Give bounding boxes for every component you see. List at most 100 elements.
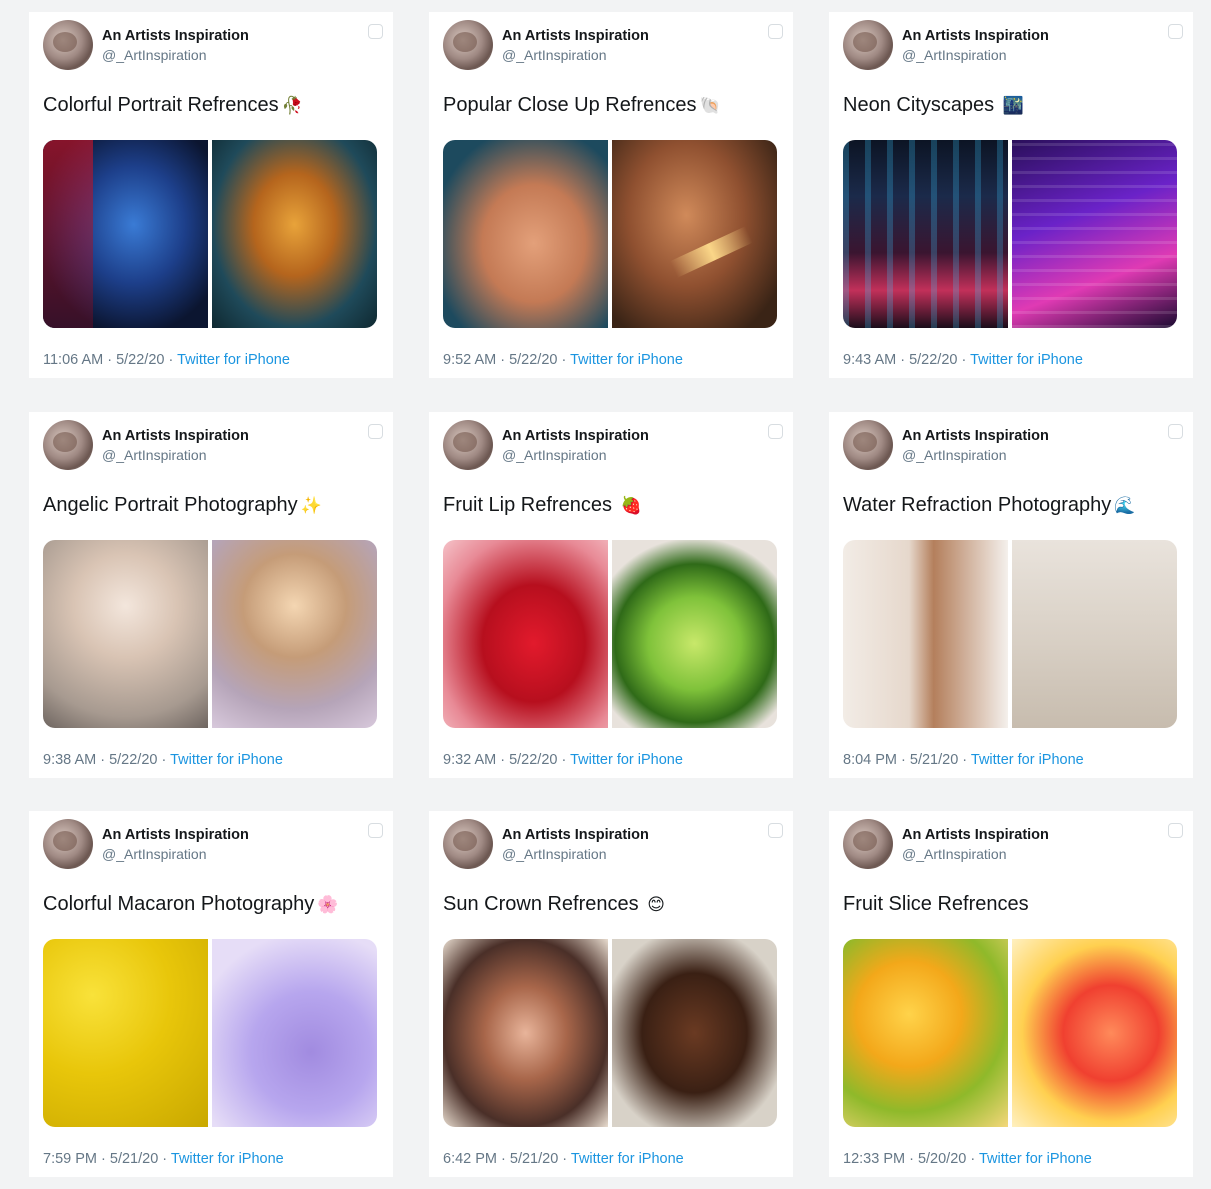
photo-left[interactable]	[443, 140, 608, 328]
tweet-card[interactable]: An Artists Inspiration @_ArtInspiration …	[29, 412, 393, 778]
author-name[interactable]: An Artists Inspiration	[102, 428, 249, 444]
author-handle[interactable]: @_ArtInspiration	[502, 846, 606, 862]
media-grid[interactable]	[443, 540, 777, 728]
tweet-text-body: Water Refraction Photography	[843, 494, 1112, 516]
avatar[interactable]	[843, 819, 893, 869]
tweet-text: Colorful Macaron Photography 🌸	[43, 893, 338, 916]
tweet-card[interactable]: An Artists Inspiration @_ArtInspiration …	[429, 412, 793, 778]
photo-right[interactable]	[212, 540, 377, 728]
photo-right[interactable]	[212, 939, 377, 1127]
tweet-card[interactable]: An Artists Inspiration @_ArtInspiration …	[829, 811, 1193, 1177]
tweet-card[interactable]: An Artists Inspiration @_ArtInspiration …	[29, 811, 393, 1177]
tweet-card[interactable]: An Artists Inspiration @_ArtInspiration …	[429, 12, 793, 378]
author-name[interactable]: An Artists Inspiration	[502, 827, 649, 843]
author-handle[interactable]: @_ArtInspiration	[902, 447, 1006, 463]
timestamp: 12:33 PM · 5/20/20 ·	[843, 1151, 979, 1167]
bookmark-corner-icon	[368, 823, 383, 838]
photo-right[interactable]	[1012, 540, 1177, 728]
tweet-meta: 9:32 AM · 5/22/20 · Twitter for iPhone	[443, 752, 683, 768]
emoji-icon: 🌃	[1002, 96, 1024, 115]
bookmark-corner-icon	[768, 823, 783, 838]
source-link[interactable]: Twitter for iPhone	[570, 752, 683, 768]
tweet-text-body: Fruit Lip Refrences	[443, 494, 618, 516]
bookmark-corner-icon	[1168, 823, 1183, 838]
tweet-text-body: Neon Cityscapes	[843, 94, 1000, 116]
media-grid[interactable]	[43, 140, 377, 328]
timestamp: 9:32 AM · 5/22/20 ·	[443, 752, 571, 768]
author-handle[interactable]: @_ArtInspiration	[102, 47, 206, 63]
tweet-text: Colorful Portrait Refrences 🥀	[43, 94, 303, 117]
author-name[interactable]: An Artists Inspiration	[102, 28, 249, 44]
photo-left[interactable]	[43, 540, 208, 728]
timestamp: 6:42 PM · 5/21/20 ·	[443, 1151, 571, 1167]
photo-left[interactable]	[43, 939, 208, 1127]
source-link[interactable]: Twitter for iPhone	[979, 1151, 1092, 1167]
avatar[interactable]	[443, 20, 493, 70]
media-grid[interactable]	[43, 540, 377, 728]
media-grid[interactable]	[43, 939, 377, 1127]
photo-left[interactable]	[443, 540, 608, 728]
photo-right[interactable]	[1012, 939, 1177, 1127]
photo-left[interactable]	[43, 140, 208, 328]
author-handle[interactable]: @_ArtInspiration	[902, 47, 1006, 63]
source-link[interactable]: Twitter for iPhone	[570, 352, 683, 368]
tweet-text-body: Fruit Slice Refrences	[843, 893, 1029, 915]
source-link[interactable]: Twitter for iPhone	[571, 1151, 684, 1167]
photo-right[interactable]	[1012, 140, 1177, 328]
source-link[interactable]: Twitter for iPhone	[971, 752, 1084, 768]
avatar[interactable]	[443, 420, 493, 470]
photo-left[interactable]	[843, 140, 1008, 328]
media-grid[interactable]	[843, 140, 1177, 328]
avatar[interactable]	[443, 819, 493, 869]
author-name[interactable]: An Artists Inspiration	[902, 428, 1049, 444]
tweet-text: Popular Close Up Refrences 🐚	[443, 94, 721, 117]
author-handle[interactable]: @_ArtInspiration	[502, 47, 606, 63]
author-handle[interactable]: @_ArtInspiration	[902, 846, 1006, 862]
tweet-text: Fruit Lip Refrences 🍓	[443, 494, 642, 517]
timestamp: 8:04 PM · 5/21/20 ·	[843, 752, 971, 768]
author-name[interactable]: An Artists Inspiration	[502, 28, 649, 44]
tweet-card[interactable]: An Artists Inspiration @_ArtInspiration …	[829, 412, 1193, 778]
source-link[interactable]: Twitter for iPhone	[970, 352, 1083, 368]
avatar[interactable]	[43, 20, 93, 70]
photo-left[interactable]	[843, 540, 1008, 728]
avatar[interactable]	[43, 420, 93, 470]
tweet-card[interactable]: An Artists Inspiration @_ArtInspiration …	[829, 12, 1193, 378]
photo-right[interactable]	[612, 140, 777, 328]
tweet-text-body: Colorful Portrait Refrences	[43, 94, 279, 116]
author-name[interactable]: An Artists Inspiration	[902, 827, 1049, 843]
tweet-meta: 7:59 PM · 5/21/20 · Twitter for iPhone	[43, 1151, 284, 1167]
tweet-meta: 11:06 AM · 5/22/20 · Twitter for iPhone	[43, 352, 290, 368]
photo-left[interactable]	[843, 939, 1008, 1127]
author-name[interactable]: An Artists Inspiration	[102, 827, 249, 843]
emoji-icon: 😊	[647, 895, 665, 914]
photo-left[interactable]	[443, 939, 608, 1127]
tweet-text: Fruit Slice Refrences	[843, 893, 1032, 916]
source-link[interactable]: Twitter for iPhone	[170, 752, 283, 768]
source-link[interactable]: Twitter for iPhone	[171, 1151, 284, 1167]
author-name[interactable]: An Artists Inspiration	[902, 28, 1049, 44]
photo-right[interactable]	[612, 939, 777, 1127]
source-link[interactable]: Twitter for iPhone	[177, 352, 290, 368]
photo-right[interactable]	[212, 140, 377, 328]
media-grid[interactable]	[843, 939, 1177, 1127]
emoji-icon: ✨	[300, 496, 322, 515]
emoji-icon: 🌊	[1114, 496, 1136, 515]
tweet-card[interactable]: An Artists Inspiration @_ArtInspiration …	[29, 12, 393, 378]
author-handle[interactable]: @_ArtInspiration	[102, 846, 206, 862]
tweet-text: Sun Crown Refrences 😊	[443, 893, 665, 916]
photo-right[interactable]	[612, 540, 777, 728]
tweet-text: Angelic Portrait Photography ✨	[43, 494, 322, 517]
author-name[interactable]: An Artists Inspiration	[502, 428, 649, 444]
media-grid[interactable]	[443, 939, 777, 1127]
media-grid[interactable]	[443, 140, 777, 328]
emoji-icon: 🥀	[281, 96, 303, 115]
avatar[interactable]	[843, 20, 893, 70]
author-handle[interactable]: @_ArtInspiration	[102, 447, 206, 463]
tweet-card[interactable]: An Artists Inspiration @_ArtInspiration …	[429, 811, 793, 1177]
avatar[interactable]	[43, 819, 93, 869]
media-grid[interactable]	[843, 540, 1177, 728]
timestamp: 9:52 AM · 5/22/20 ·	[443, 352, 571, 368]
avatar[interactable]	[843, 420, 893, 470]
author-handle[interactable]: @_ArtInspiration	[502, 447, 606, 463]
